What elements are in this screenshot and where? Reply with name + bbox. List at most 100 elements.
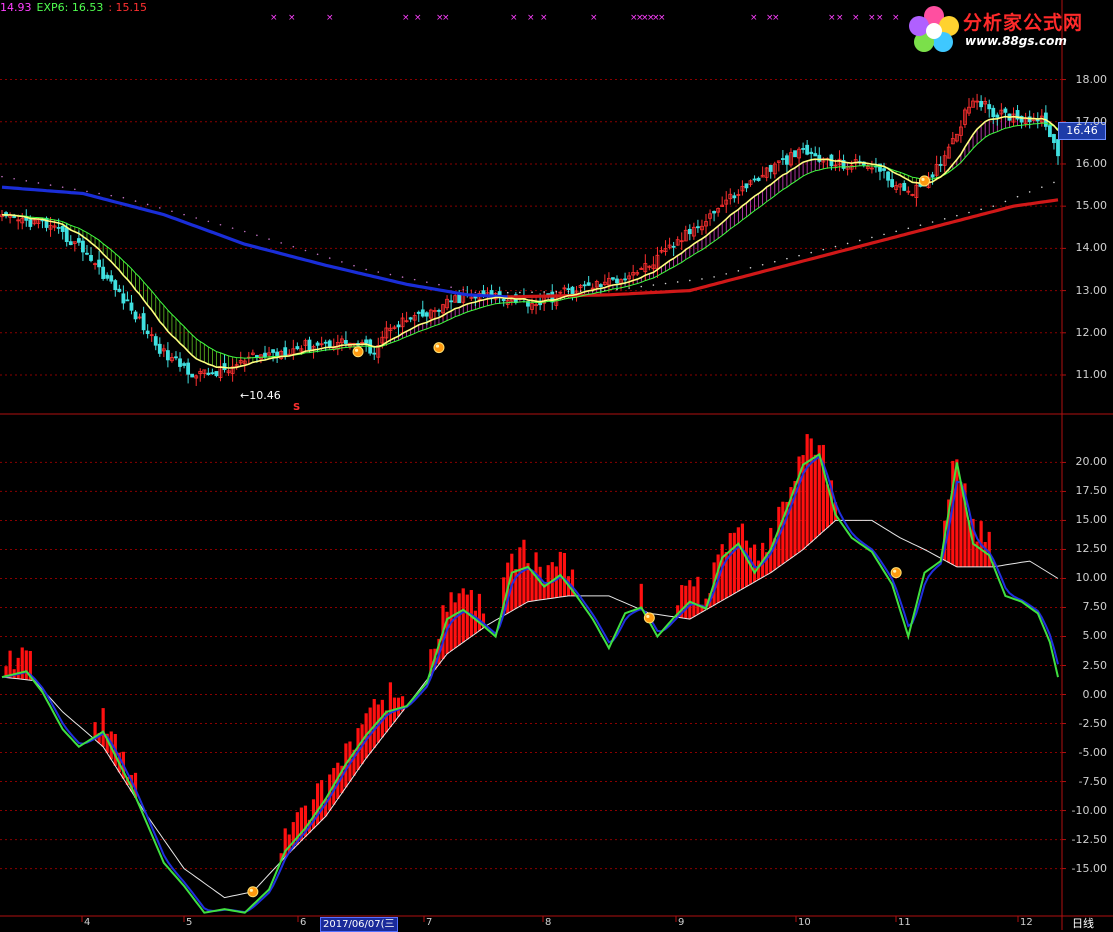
ma-dotted-lower	[810, 251, 812, 254]
candle-body	[687, 228, 692, 235]
low-price-label: ←10.46	[240, 389, 281, 402]
ma-dotted-upper	[462, 288, 465, 291]
price-signal-dot-shine	[921, 177, 925, 181]
candle-body	[56, 227, 61, 229]
price-signal-dot	[433, 342, 445, 354]
ma-dotted-upper	[1, 175, 3, 178]
ma-dotted-lower	[907, 227, 910, 230]
flower-icon	[909, 6, 959, 52]
event-marker: ×	[590, 13, 598, 23]
candle-body	[109, 275, 114, 282]
ma-dotted-upper	[110, 194, 113, 197]
osc-bar	[805, 434, 809, 546]
osc-tick-label: 15.00	[1075, 513, 1108, 527]
ma-dotted-lower	[895, 230, 897, 233]
ma-dotted-upper	[304, 249, 307, 252]
ma-dotted-lower	[931, 221, 934, 223]
candle-body	[813, 153, 818, 157]
osc-bar	[684, 585, 688, 619]
price-tick-label: 12.00	[1075, 325, 1108, 339]
osc-tick-label: 2.50	[1082, 658, 1108, 672]
osc-bar	[530, 570, 534, 602]
candle-body	[424, 312, 429, 317]
candle-body	[882, 168, 886, 171]
candle-body	[582, 284, 587, 287]
stock-chart[interactable]: × × × × × ×× × × × × ×××××× × ×× × × × × × ×	[0, 0, 1113, 930]
osc-bar	[518, 547, 522, 607]
event-marker: ×	[852, 13, 860, 23]
event-marker: ×	[326, 13, 334, 23]
price-signal-dot-shine	[354, 348, 359, 352]
date-tick-label: 11	[898, 917, 911, 928]
candle-body	[283, 347, 288, 356]
osc-bar	[821, 444, 825, 532]
ma-dotted-upper	[389, 273, 392, 276]
ma-dotted-upper	[280, 242, 282, 244]
event-marker: ×	[270, 13, 278, 23]
period-label[interactable]: 日线	[1072, 915, 1094, 931]
osc-bar	[101, 708, 105, 747]
osc-bar	[959, 482, 963, 567]
candle-body	[991, 107, 996, 118]
candle-body	[97, 259, 102, 268]
price-tick-label: 15.00	[1075, 199, 1108, 213]
readout-value-1: 14.93	[0, 1, 32, 14]
ma-dotted-upper	[183, 213, 185, 216]
site-logo: 分析家公式网 www.88gs.com	[905, 4, 1105, 52]
osc-signal-dot	[890, 567, 902, 579]
ma-dotted-lower	[773, 260, 776, 263]
osc-tick-label: 17.50	[1075, 484, 1108, 498]
osc-bar	[465, 594, 469, 640]
candle-body	[182, 363, 186, 366]
candle-body	[190, 373, 195, 378]
ma-dotted-lower	[628, 287, 630, 289]
ma-dotted-upper	[401, 276, 404, 278]
ma-dotted-lower	[992, 205, 995, 207]
ma-dotted-lower	[846, 242, 849, 245]
event-marker: ×	[414, 13, 422, 23]
ma-dotted-lower	[579, 290, 582, 292]
candle-body	[117, 288, 122, 292]
ma-dotted-upper	[25, 180, 28, 182]
ma-dotted-upper	[328, 257, 331, 259]
ma-dotted-lower	[1041, 186, 1043, 188]
candle-body	[60, 225, 65, 232]
ma-dotted-lower	[943, 218, 946, 220]
candle-body	[473, 296, 478, 299]
candle-body	[1003, 108, 1008, 113]
candle-body	[420, 309, 425, 317]
ma-dotted-upper	[13, 177, 15, 180]
osc-bar	[639, 583, 643, 610]
date-tick-label: 9	[678, 917, 685, 928]
osc-bar	[453, 602, 457, 649]
osc-tick-label: 12.50	[1075, 542, 1108, 556]
candle-body	[696, 226, 700, 229]
osc-tick-label: 7.50	[1082, 600, 1108, 614]
candle-body	[68, 241, 73, 246]
candle-body	[214, 371, 219, 377]
osc-signal-dot-shine	[646, 614, 650, 619]
candle-body	[979, 100, 984, 108]
osc-signal-dot	[643, 612, 655, 624]
ma-dotted-upper	[365, 268, 367, 271]
candle-body	[768, 164, 773, 172]
ma-dotted-upper	[134, 200, 137, 202]
candle-body	[809, 151, 814, 155]
candle-body	[1052, 134, 1056, 144]
candle-body	[671, 245, 676, 248]
ma-dotted-lower	[919, 224, 922, 226]
ma-dotted-lower	[858, 239, 861, 242]
osc-bar	[692, 586, 696, 617]
candle-body	[157, 343, 162, 354]
ma-dotted-upper	[426, 281, 428, 283]
candle-body	[1056, 139, 1060, 157]
ma-dotted-upper	[341, 261, 343, 263]
ma-dotted-lower	[834, 245, 837, 248]
candle-body	[732, 195, 737, 199]
candle-body	[570, 286, 575, 295]
ma-dotted-upper	[122, 196, 125, 199]
osc-bar	[554, 566, 558, 598]
candle-body	[408, 317, 413, 320]
ma-dotted-lower	[883, 233, 885, 236]
event-marker: ×	[892, 13, 900, 23]
